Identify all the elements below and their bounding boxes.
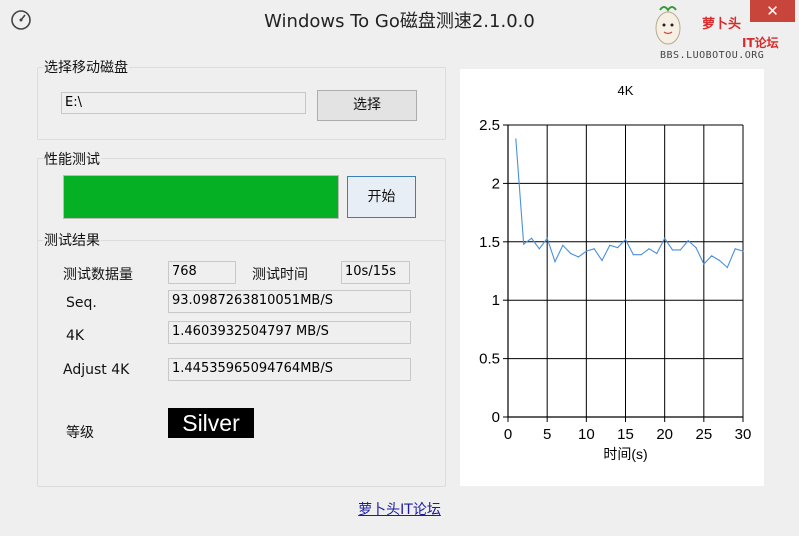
- progress-fill: [64, 176, 338, 218]
- data-point: [515, 138, 517, 140]
- y-tick-label: 2: [492, 175, 500, 192]
- test-progress-bar: [63, 175, 339, 219]
- seq-label: Seq.: [66, 295, 97, 311]
- data-point: [523, 243, 525, 245]
- x-axis-label: 时间(s): [603, 446, 647, 462]
- y-tick-label: 2.5: [479, 117, 500, 134]
- data-point: [679, 249, 681, 251]
- data-point: [664, 237, 666, 239]
- data-point: [585, 250, 587, 252]
- data-point: [554, 261, 556, 263]
- grade-label: 等级: [66, 425, 94, 441]
- x-tick-label: 10: [578, 426, 595, 443]
- test-time-label: 测试时间: [252, 267, 308, 283]
- data-point: [617, 247, 619, 249]
- data-point: [718, 259, 721, 262]
- data-point: [538, 248, 540, 250]
- data-point: [577, 256, 580, 258]
- data-point: [632, 254, 634, 256]
- test-time-value: 10s/15s: [341, 261, 410, 284]
- chart-title: 4K: [618, 83, 634, 98]
- x-tick-label: 30: [735, 426, 752, 443]
- forum-link[interactable]: 萝卜头IT论坛: [0, 499, 799, 519]
- y-tick-label: 1.5: [479, 234, 500, 251]
- data-point: [711, 255, 713, 257]
- x-tick-label: 20: [656, 426, 673, 443]
- close-button[interactable]: ✕: [750, 0, 795, 22]
- data-point: [601, 259, 603, 262]
- y-tick-label: 0: [492, 409, 500, 426]
- y-tick-label: 1: [492, 292, 500, 309]
- data-point: [687, 240, 689, 242]
- 4k-label: 4K: [66, 328, 85, 344]
- data-amount-value: 768: [168, 261, 236, 284]
- data-point: [562, 244, 564, 246]
- drive-path-field[interactable]: E:\: [61, 92, 306, 114]
- drive-group-label: 选择移动磁盘: [43, 57, 129, 77]
- data-point: [734, 248, 736, 250]
- radish-mascot-icon: [655, 6, 681, 45]
- 4k-line-chart: 4K 0 5 10 15 20 25 30 0 0.5 1 1.5 2 2.5 时间(s): [479, 83, 752, 462]
- brand-name: 萝卜头: [702, 17, 742, 32]
- data-point: [726, 266, 728, 269]
- grade-badge: Silver: [168, 408, 254, 438]
- title-bar: Windows To Go磁盘测速2.1.0.0 萝卜头 ✕ IT论坛 BBS.…: [0, 0, 799, 61]
- data-point: [530, 237, 533, 239]
- data-point: [656, 252, 658, 255]
- brand-url: BBS.LUOBOTOU.ORG: [660, 50, 765, 61]
- brand-it: IT论坛: [742, 36, 779, 50]
- series-line: [515, 138, 744, 269]
- x-tick-label: 25: [695, 426, 712, 443]
- start-button[interactable]: 开始: [347, 176, 416, 218]
- adjust-4k-label: Adjust 4K: [63, 362, 130, 378]
- 4k-value: 1.4603932504797 MB/S: [168, 321, 411, 344]
- data-amount-label: 测试数据量: [63, 267, 133, 283]
- data-point: [609, 244, 611, 246]
- data-point: [671, 249, 674, 251]
- x-tick-label: 15: [617, 426, 634, 443]
- perf-group-label: 性能测试: [43, 149, 101, 169]
- data-point: [742, 250, 744, 252]
- data-point: [570, 252, 572, 255]
- data-point: [546, 237, 548, 239]
- data-point: [593, 248, 595, 250]
- 4k-chart-panel: 4K 0 5 10 15 20 25 30 0 0.5 1 1.5 2 2.5 时间(s): [460, 69, 764, 486]
- data-point: [695, 247, 697, 249]
- x-tick-label: 0: [504, 426, 512, 443]
- data-point: [640, 254, 642, 256]
- data-point: [703, 263, 705, 265]
- results-group-label: 测试结果: [43, 230, 101, 250]
- data-point: [648, 248, 650, 250]
- x-tick-label: 5: [543, 426, 551, 443]
- data-point: [624, 238, 627, 241]
- select-drive-button[interactable]: 选择: [317, 90, 417, 121]
- y-tick-label: 0.5: [479, 351, 500, 368]
- adjust-4k-value: 1.44535965094764MB/S: [168, 358, 411, 381]
- seq-value: 93.0987263810051MB/S: [168, 290, 411, 313]
